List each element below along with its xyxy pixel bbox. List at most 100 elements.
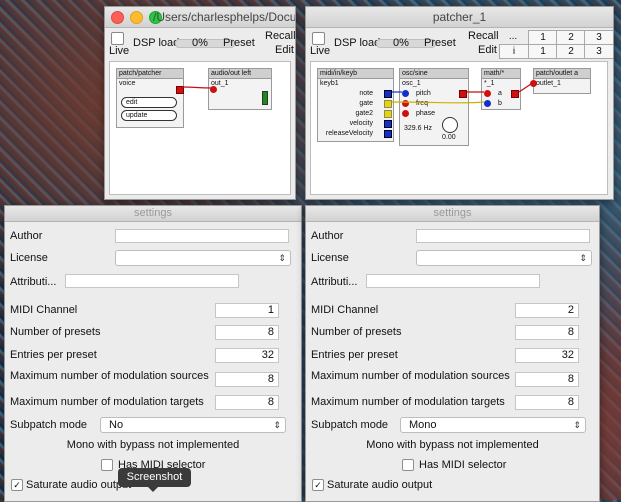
midi-channel-input[interactable]: 2 [515, 303, 579, 318]
node-title: math/* [482, 69, 520, 79]
saturate-checkbox[interactable]: ✓ [11, 479, 23, 491]
patch-window-patcher1: patcher_1 Live DSP load 0% Preset Recall… [305, 6, 614, 200]
inlet-port[interactable] [530, 80, 537, 87]
outlet-port[interactable] [384, 110, 392, 118]
inlet-port[interactable] [484, 90, 491, 97]
recall-slot-2[interactable]: 2 [556, 30, 586, 45]
recall-button[interactable]: Recall [265, 30, 295, 42]
patch-outlet-node[interactable]: patch/outlet a outlet_1 [530, 68, 591, 94]
presets-label: Number of presets [10, 326, 101, 338]
subpatch-mode-label: Subpatch mode [311, 419, 389, 431]
inlet-port[interactable] [402, 100, 409, 107]
entries-input[interactable]: 32 [515, 348, 579, 363]
minimize-icon[interactable] [130, 11, 143, 24]
math-multiply-node[interactable]: math/* *_1 a b [481, 68, 521, 110]
attribution-label: Attributi... [311, 276, 358, 288]
outlet-label: velocity [349, 120, 373, 127]
presets-input[interactable]: 8 [515, 325, 579, 340]
titlebar[interactable]: settings [5, 206, 301, 222]
patch-window-voice: /Users/charlesphelps/Docum... Live DSP l… [104, 6, 296, 200]
recall-slot-3[interactable]: 3 [584, 30, 613, 45]
outlet-port[interactable] [511, 90, 519, 98]
chevron-updown-icon: ⇕ [278, 253, 286, 263]
author-label: Author [10, 230, 43, 242]
midi-channel-label: MIDI Channel [10, 304, 78, 316]
node-instance: keyb1 [320, 80, 339, 87]
author-field[interactable] [416, 229, 590, 243]
live-checkbox[interactable] [312, 32, 325, 45]
mod-sources-input[interactable]: 8 [215, 372, 279, 387]
mod-sources-input[interactable]: 8 [515, 372, 579, 387]
titlebar[interactable]: settings [306, 206, 599, 222]
midi-selector-checkbox[interactable] [101, 459, 113, 471]
more-button[interactable]: ... [499, 30, 527, 43]
edit-slot-i[interactable]: i [499, 44, 529, 59]
subpatch-mode-value: Mono [409, 419, 437, 431]
inlet-port[interactable] [402, 90, 409, 97]
knob-icon[interactable] [442, 117, 458, 133]
license-label: License [10, 252, 48, 264]
mod-targets-input[interactable]: 8 [515, 395, 579, 410]
patch-canvas[interactable]: midi/in/keyb keyb1 note gate gate2 veloc… [310, 61, 608, 195]
attribution-field[interactable] [65, 274, 239, 288]
outlet-label: gate [359, 100, 373, 107]
frequency-readout: 329.6 Hz [404, 125, 433, 132]
inlet-port[interactable] [484, 100, 491, 107]
inlet-label: freq [416, 100, 429, 107]
dsp-load-label: DSP load [334, 37, 381, 49]
mod-targets-input[interactable]: 8 [215, 395, 279, 410]
outlet-port[interactable] [459, 90, 467, 98]
edit-slot-3[interactable]: 3 [584, 44, 613, 59]
subpatch-mode-label: Subpatch mode [10, 419, 88, 431]
osc-sine-node[interactable]: osc/sine osc_1 pitch freq phase 329.6 Hz… [399, 68, 469, 146]
edit-button[interactable]: Edit [275, 44, 294, 56]
saturate-label: Saturate audio output [327, 479, 433, 491]
license-label: License [311, 252, 349, 264]
entries-label: Entries per preset [311, 349, 398, 361]
edit-slot-1[interactable]: 1 [528, 44, 558, 59]
saturate-checkbox[interactable]: ✓ [312, 479, 324, 491]
close-icon[interactable] [111, 11, 124, 24]
dsp-load-label: DSP load [133, 37, 180, 49]
license-select[interactable]: ⇕ [115, 250, 291, 266]
midi-keyb-node[interactable]: midi/in/keyb keyb1 note gate gate2 veloc… [317, 68, 394, 142]
titlebar[interactable]: /Users/charlesphelps/Docum... [105, 7, 295, 28]
live-label: Live [310, 45, 331, 57]
entries-input[interactable]: 32 [215, 348, 279, 363]
chevron-updown-icon: ⇕ [273, 420, 281, 430]
outlet-port[interactable] [384, 130, 392, 138]
node-instance: outlet_1 [536, 80, 561, 87]
subpatch-mode-select[interactable]: No ⇕ [100, 417, 286, 433]
bypass-note: Mono with bypass not implemented [66, 439, 240, 451]
recall-label: Recall [468, 30, 499, 42]
attribution-field[interactable] [366, 274, 540, 288]
presets-label: Number of presets [311, 326, 402, 338]
author-field[interactable] [115, 229, 289, 243]
patch-canvas[interactable]: patch/patcher voice edit update audio/ou… [109, 61, 291, 195]
node-instance: *_1 [484, 80, 495, 87]
midi-selector-label: Has MIDI selector [419, 459, 507, 471]
inlet-label: pitch [416, 90, 431, 97]
inlet-label: a [498, 90, 502, 97]
outlet-port[interactable] [384, 90, 392, 98]
dsp-load-value: 0% [393, 37, 409, 49]
subpatch-mode-select[interactable]: Mono ⇕ [400, 417, 586, 433]
midi-channel-input[interactable]: 1 [215, 303, 279, 318]
outlet-label: releaseVelocity [325, 130, 373, 137]
window-title: settings [134, 207, 172, 219]
titlebar[interactable]: patcher_1 [306, 7, 613, 28]
midi-selector-checkbox[interactable] [402, 459, 414, 471]
outlet-port[interactable] [384, 120, 392, 128]
outlet-port[interactable] [384, 100, 392, 108]
bypass-note: Mono with bypass not implemented [366, 439, 539, 451]
wire [181, 86, 213, 89]
inlet-port[interactable] [402, 110, 409, 117]
live-checkbox[interactable] [111, 32, 124, 45]
edit-slot-2[interactable]: 2 [556, 44, 586, 59]
presets-input[interactable]: 8 [215, 325, 279, 340]
license-select[interactable]: ⇕ [416, 250, 592, 266]
mod-sources-label: Maximum number of modulation sources [10, 370, 209, 382]
mod-targets-label: Maximum number of modulation targets [10, 396, 204, 408]
recall-slot-1[interactable]: 1 [528, 30, 558, 45]
window-title: settings [433, 207, 472, 219]
